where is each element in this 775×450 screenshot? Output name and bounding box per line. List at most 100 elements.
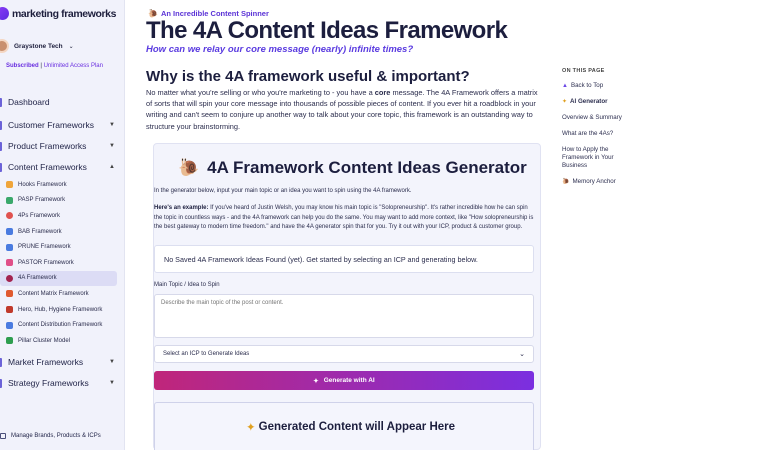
sidebar-item-4a[interactable]: 4A Framework — [0, 270, 117, 287]
manage-brands-label: Manage Brands, Products & ICPs — [11, 433, 101, 439]
sidebar-item-strategy-frameworks[interactable]: Strategy Frameworks ▼ — [0, 378, 124, 388]
snail-icon: 🐌 — [562, 179, 570, 185]
otp-label: What are the 4As? — [562, 130, 614, 137]
sidebar-item-pillar-cluster[interactable]: Pillar Cluster Model — [0, 333, 124, 349]
plan-status: Subscribed | Unlimited Access Plan — [6, 63, 103, 69]
brand-logo[interactable]: marketing frameworks — [0, 7, 116, 20]
sidebar-item-label: PRUNE Framework — [18, 244, 71, 251]
para-part: No matter what you're selling or who you… — [146, 88, 375, 97]
otp-label: How to Apply the Framework in Your Busin… — [562, 146, 614, 169]
sidebar-item-hooks[interactable]: Hooks Framework — [0, 177, 124, 193]
generator-title: 🐌 4A Framework Content Ideas Generator — [178, 158, 527, 178]
sidebar-item-bab[interactable]: BAB Framework — [0, 224, 124, 240]
sidebar-item-label: Hero, Hub, Hygiene Framework — [18, 306, 103, 313]
sidebar-item-label: Customer Frameworks — [8, 120, 94, 130]
sidebar-item-customer-frameworks[interactable]: Customer Frameworks ▼ — [0, 120, 124, 130]
sidebar-item-prune[interactable]: PRUNE Framework — [0, 239, 124, 255]
sidebar-item-label: Product Frameworks — [8, 141, 87, 151]
sidebar-item-label: PASP Framework — [18, 197, 66, 204]
prune-icon — [6, 243, 13, 251]
customer-icon — [0, 120, 2, 130]
pastor-icon — [6, 259, 13, 267]
dashboard-icon — [0, 97, 2, 107]
chevron-down-icon: ▼ — [109, 122, 115, 128]
otp-back-to-top[interactable]: ▲ Back to Top — [562, 82, 642, 90]
avatar — [0, 39, 9, 53]
generator-intro: In the generator below, input your main … — [154, 188, 412, 194]
on-this-page-nav: ON THIS PAGE ▲ Back to Top ✦ AI Generato… — [562, 68, 762, 194]
sidebar-item-label: Content Frameworks — [8, 162, 87, 172]
up-arrow-icon: ▲ — [562, 83, 568, 89]
otp-label: AI Generator — [570, 98, 608, 105]
sidebar-item-label: 4Ps Framework — [18, 212, 61, 219]
sidebar-item-pastor[interactable]: PASTOR Framework — [0, 255, 124, 271]
sidebar-item-pasp[interactable]: PASP Framework — [0, 193, 124, 209]
sidebar: marketing frameworks Graystone Tech ⌄ Su… — [0, 0, 125, 450]
sidebar-item-dashboard[interactable]: Dashboard — [0, 97, 124, 107]
sidebar-item-label: Strategy Frameworks — [8, 378, 89, 388]
generate-button[interactable]: ✦ Generate with AI — [154, 371, 534, 390]
sidebar-item-4ps[interactable]: 4Ps Framework — [0, 208, 124, 224]
sidebar-item-label: PASTOR Framework — [18, 259, 74, 266]
hero-hub-icon — [6, 306, 13, 314]
generator-example: Here's an example: If you've heard of Ju… — [154, 204, 534, 233]
otp-ai-generator[interactable]: ✦ AI Generator — [562, 98, 642, 106]
icp-select[interactable]: Select an ICP to Generate Ideas ⌄ — [154, 345, 534, 363]
otp-overview[interactable]: Overview & Summary — [562, 114, 642, 122]
chevron-down-icon: ⌄ — [519, 351, 525, 358]
otp-memory-anchor[interactable]: 🐌 Memory Anchor — [562, 178, 642, 186]
sidebar-item-market-frameworks[interactable]: Market Frameworks ▼ — [0, 357, 124, 367]
sidebar-item-label: Content Distribution Framework — [18, 322, 103, 329]
otp-what-are-4as[interactable]: What are the 4As? — [562, 130, 642, 138]
bab-icon — [6, 228, 13, 236]
section-paragraph: No matter what you're selling or who you… — [146, 87, 538, 132]
otp-how-to-apply[interactable]: How to Apply the Framework in Your Busin… — [562, 146, 622, 170]
chevron-down-icon: ⌄ — [68, 43, 74, 50]
sidebar-item-label: 4A Framework — [18, 275, 57, 282]
generator-card: 🐌 4A Framework Content Ideas Generator I… — [153, 143, 541, 450]
otp-label: Memory Anchor — [572, 178, 616, 185]
sidebar-item-hero-hub-hygiene[interactable]: Hero, Hub, Hygiene Framework — [0, 302, 124, 318]
sidebar-item-product-frameworks[interactable]: Product Frameworks ▼ — [0, 141, 124, 151]
sidebar-item-content-distribution[interactable]: Content Distribution Framework — [0, 317, 124, 333]
empty-state-notice: No Saved 4A Framework Ideas Found (yet).… — [154, 245, 534, 273]
otp-title: ON THIS PAGE — [562, 68, 605, 74]
para-part: message. — [390, 88, 427, 97]
briefcase-icon — [0, 433, 6, 439]
pillar-icon — [6, 337, 13, 345]
generate-button-label: Generate with AI — [323, 377, 375, 384]
plan-link[interactable]: Unlimited Access Plan — [44, 63, 103, 69]
output-title-text: Generated Content will Appear Here — [258, 421, 456, 433]
sparkle-icon: ✦ — [246, 422, 256, 434]
account-name: Graystone Tech — [14, 42, 63, 50]
topic-input[interactable] — [154, 294, 534, 338]
sidebar-item-label: Market Frameworks — [8, 357, 84, 367]
sidebar-item-label: Dashboard — [8, 97, 50, 107]
example-text: If you've heard of Justin Welsh, you may… — [154, 205, 534, 230]
example-label: Here's an example: — [154, 205, 209, 211]
sidebar-item-label: Content Matrix Framework — [18, 290, 89, 297]
distribution-icon — [6, 321, 13, 329]
topic-field-label: Main Topic / Idea to Spin — [154, 282, 220, 288]
icp-select-value: Select an ICP to Generate Ideas — [163, 351, 250, 357]
pasp-icon — [6, 196, 13, 204]
section-heading: Why is the 4A framework useful & importa… — [146, 68, 470, 85]
sidebar-item-content-frameworks[interactable]: Content Frameworks ▲ — [0, 162, 124, 172]
brand-logo-icon — [0, 7, 9, 20]
output-area: ✦ Generated Content will Appear Here — [154, 402, 534, 450]
chevron-down-icon: ▼ — [109, 359, 115, 365]
manage-brands-link[interactable]: Manage Brands, Products & ICPs — [0, 433, 101, 439]
sidebar-item-label: Hooks Framework — [18, 181, 67, 188]
output-placeholder: ✦ Generated Content will Appear Here — [246, 420, 455, 434]
content-icon — [0, 162, 2, 172]
market-icon — [0, 357, 2, 367]
account-switcher[interactable]: Graystone Tech ⌄ — [0, 39, 74, 53]
otp-label: Back to Top — [570, 82, 604, 89]
hook-icon — [6, 181, 13, 189]
4ps-icon — [6, 212, 13, 220]
page-title: The 4A Content Ideas Framework — [146, 17, 508, 44]
main-content: 🐌 An Incredible Content Spinner The 4A C… — [125, 0, 775, 450]
sidebar-item-content-matrix[interactable]: Content Matrix Framework — [0, 286, 124, 302]
generator-title-text: 4A Framework Content Ideas Generator — [207, 158, 527, 177]
sidebar-item-label: Pillar Cluster Model — [18, 337, 71, 344]
